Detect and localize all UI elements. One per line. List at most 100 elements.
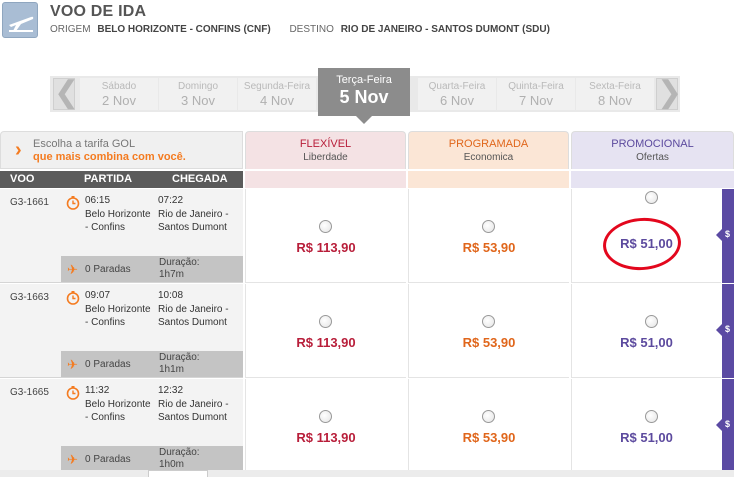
date-day: 5 Nov [339, 87, 389, 107]
date-option[interactable]: Quarta-Feira 6 Nov [418, 78, 496, 110]
clock-icon [66, 291, 80, 305]
fare-price: R$ 51,00 [620, 335, 673, 350]
departure-city: Belo Horizonte - Confins [85, 304, 151, 328]
date-weekday: Quinta-Feira [508, 81, 564, 92]
tab-programada[interactable]: PROGRAMADA Economica [408, 131, 569, 169]
duration-value: 1h0m [159, 459, 185, 470]
date-option[interactable]: Sexta-Feira 8 Nov [576, 78, 654, 110]
tab-promocional[interactable]: PROMOCIONAL Ofertas [571, 131, 734, 169]
next-dates-button[interactable]: ❯ [656, 78, 682, 110]
fare-cell-programada[interactable]: R$ 53,90 [408, 379, 569, 473]
arrival-time: 07:22 [158, 195, 184, 206]
stops-count: 0 Paradas [85, 454, 131, 465]
fare-tab-sub: Ofertas [636, 152, 669, 163]
bottom-tab [148, 470, 208, 477]
origin-label: ORIGEM [50, 24, 91, 35]
side-tab-pointer [716, 229, 722, 241]
stops-count: 0 Paradas [85, 359, 131, 370]
fare-intro-line1: Escolha a tarifa GOL [33, 138, 136, 150]
column-bar-promocional [571, 171, 734, 188]
date-weekday: Domingo [177, 81, 219, 92]
duration-label: Duração: [159, 447, 200, 458]
fare-radio[interactable] [482, 410, 495, 423]
date-weekday: Terça-Feira [336, 74, 392, 86]
chevron-right-icon: › [15, 139, 22, 161]
fare-price: R$ 53,90 [462, 335, 516, 350]
side-tab-label: $ [725, 419, 731, 429]
origin-value: BELO HORIZONTE - CONFINS (CNF) [97, 24, 271, 35]
side-tab-pointer [716, 419, 722, 431]
date-option[interactable]: Segunda-Feira 4 Nov [238, 78, 316, 110]
arrival-time: 10:08 [158, 290, 184, 301]
fare-radio[interactable] [645, 191, 658, 204]
fare-radio[interactable] [319, 410, 332, 423]
fare-radio[interactable] [319, 315, 332, 328]
date-option-selected[interactable]: Terça-Feira 5 Nov [318, 68, 410, 116]
destination-value: RIO DE JANEIRO - SANTOS DUMONT (SDU) [340, 24, 550, 35]
fare-cell-flexivel[interactable]: R$ 113,90 [245, 284, 406, 378]
fare-cell-flexivel[interactable]: R$ 113,90 [245, 379, 406, 473]
flight-details-bar[interactable]: ✈ 0 Paradas Duração: 1h1m [61, 351, 243, 377]
fare-cell-promocional[interactable]: R$ 51,00 [571, 284, 721, 378]
tab-flexivel[interactable]: FLEXÍVEL Liberdade [245, 131, 406, 169]
flight-code: G3-1665 [10, 387, 49, 398]
destination-label: DESTINO [289, 24, 334, 35]
flight-info: G3-1665 11:32 Belo Horizonte - Confins 1… [0, 379, 243, 473]
fare-price: R$ 113,90 [296, 240, 356, 255]
arrival-city: Rio de Janeiro - Santos Dumont [158, 399, 229, 423]
column-header: VOO PARTIDA CHEGADA [0, 171, 243, 188]
previous-dates-button[interactable]: ❮ [53, 78, 79, 110]
departure-time: 11:32 [85, 385, 110, 396]
fare-tab-sub: Liberdade [303, 152, 348, 163]
plane-icon: ✈ [67, 262, 78, 277]
side-tab-label: $ [725, 229, 731, 239]
fare-price: R$ 51,00 [620, 430, 673, 445]
duration-label: Duração: [159, 257, 200, 268]
price-side-tab[interactable]: $ [716, 379, 734, 473]
date-option[interactable]: Domingo 3 Nov [159, 78, 237, 110]
departure-time: 09:07 [85, 290, 111, 301]
price-side-tab[interactable]: $ [716, 189, 734, 283]
fare-price: R$ 113,90 [296, 335, 356, 350]
fare-cell-flexivel[interactable]: R$ 113,90 [245, 189, 406, 283]
fare-radio[interactable] [482, 220, 495, 233]
fare-radio[interactable] [482, 315, 495, 328]
fare-radio[interactable] [319, 220, 332, 233]
flight-details-bar[interactable]: ✈ 0 Paradas Duração: 1h0m [61, 446, 243, 472]
departure-city: Belo Horizonte - Confins [85, 399, 151, 423]
column-arrival: CHEGADA [172, 173, 228, 185]
fare-cell-programada[interactable]: R$ 53,90 [408, 284, 569, 378]
selected-date-pointer [356, 116, 372, 124]
fare-radio[interactable] [645, 410, 658, 423]
fare-tab-name: FLEXÍVEL [299, 138, 352, 150]
side-tab-pointer [716, 324, 722, 336]
fare-price: R$ 53,90 [462, 240, 516, 255]
date-day: 7 Nov [519, 93, 553, 108]
plane-icon: ✈ [67, 452, 78, 467]
date-weekday: Sábado [101, 81, 137, 92]
flight-row: G3-1663 09:07 Belo Horizonte - Confins 1… [0, 284, 734, 378]
fare-tab-name: PROGRAMADA [448, 138, 529, 150]
duration-label: Duração: [159, 352, 200, 363]
plane-departure-icon [2, 2, 38, 38]
column-bar-programada [408, 171, 569, 188]
fare-tab-sub: Economica [463, 152, 514, 163]
date-day: 8 Nov [598, 93, 632, 108]
column-flight: VOO [10, 173, 35, 185]
page-title: VOO DE IDA [50, 3, 147, 20]
fare-radio[interactable] [645, 315, 658, 328]
price-side-tab[interactable]: $ [716, 284, 734, 378]
date-option[interactable]: Sábado 2 Nov [80, 78, 158, 110]
flight-row: G3-1665 11:32 Belo Horizonte - Confins 1… [0, 379, 734, 473]
fare-price: R$ 53,90 [462, 430, 516, 445]
flight-details-bar[interactable]: ✈ 0 Paradas Duração: 1h7m [61, 256, 243, 282]
fare-intro: › Escolha a tarifa GOL que mais combina … [0, 131, 243, 169]
clock-icon [66, 196, 80, 210]
fare-tab-name: PROMOCIONAL [611, 138, 694, 150]
fare-cell-programada[interactable]: R$ 53,90 [408, 189, 569, 283]
route-info: ORIGEM BELO HORIZONTE - CONFINS (CNF) DE… [50, 24, 566, 35]
date-option[interactable]: Quinta-Feira 7 Nov [497, 78, 575, 110]
fare-cell-promocional[interactable]: R$ 51,00 [571, 379, 721, 473]
side-tab-label: $ [725, 324, 731, 334]
arrival-time: 12:32 [158, 385, 184, 396]
